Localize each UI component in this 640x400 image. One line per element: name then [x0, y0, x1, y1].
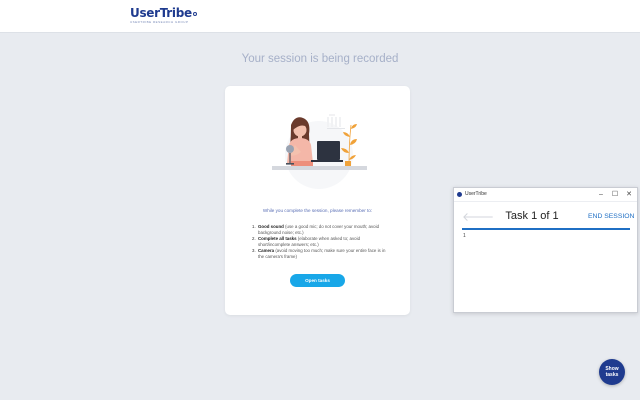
close-icon[interactable]: ✕	[622, 189, 636, 201]
maximize-icon[interactable]: ☐	[608, 189, 622, 201]
app-icon	[457, 192, 462, 197]
open-tasks-button[interactable]: Open tasks	[290, 274, 345, 287]
recording-status-title: Your session is being recorded	[241, 53, 399, 65]
guidelines-list: 1. Good sound (use a good mic; do not co…	[252, 224, 392, 260]
session-card: While you complete the session, please r…	[225, 86, 410, 315]
task-window-titlebar[interactable]: UserTribe – ☐ ✕	[454, 188, 637, 202]
logo-dot-icon	[192, 12, 197, 16]
usertribe-logo[interactable]: UserTribe USERTRIBE RESEARCH GROUP	[130, 6, 197, 24]
guideline-title: Camera	[258, 248, 275, 254]
show-tasks-button[interactable]: Show tasks	[599, 359, 625, 385]
show-tasks-line2: tasks	[605, 372, 619, 378]
guideline-item: 2. Complete all tasks (elaborate when as…	[252, 236, 392, 248]
task-window-title: UserTribe	[465, 191, 487, 197]
task-window: UserTribe – ☐ ✕ 🡐 Task 1 of 1 END SESSIO…	[453, 187, 638, 313]
task-counter-title: Task 1 of 1	[505, 210, 559, 222]
task-divider	[462, 228, 630, 230]
guideline-item: 1. Good sound (use a good mic; do not co…	[252, 224, 392, 236]
end-session-button[interactable]: END SESSION	[588, 213, 634, 220]
back-arrow-icon[interactable]: 🡐	[462, 211, 494, 223]
guideline-text: (avoid moving too much; make sure your e…	[258, 248, 386, 259]
task-item: 1	[463, 233, 466, 239]
top-bar: UserTribe USERTRIBE RESEARCH GROUP	[0, 0, 640, 33]
logo-tagline: USERTRIBE RESEARCH GROUP	[130, 20, 189, 24]
minimize-icon[interactable]: –	[594, 189, 608, 201]
guideline-item: 3. Camera (avoid moving too much; make s…	[252, 248, 392, 260]
guideline-title: Good sound	[258, 224, 284, 229]
guideline-title: Complete all tasks	[258, 236, 297, 242]
logo-text: UserTribe	[130, 6, 192, 20]
recording-illustration-icon	[272, 114, 367, 189]
remember-text: While you complete the session, please r…	[262, 208, 373, 213]
